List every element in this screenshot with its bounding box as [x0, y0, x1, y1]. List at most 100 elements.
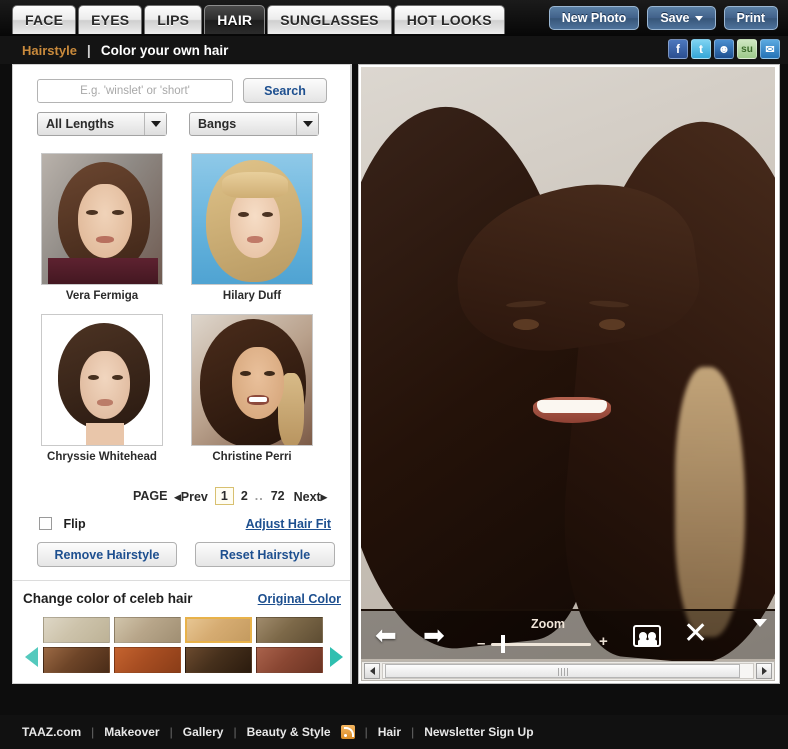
hairstyle-thumb-3[interactable]: Christine Perri	[191, 314, 313, 463]
pagination-last[interactable]: 72	[269, 489, 287, 503]
footer-link-newsletter[interactable]: Newsletter Sign Up	[424, 725, 533, 739]
flip-checkbox[interactable]	[39, 517, 52, 531]
scrollbar-thumb[interactable]	[385, 664, 741, 678]
hairstyle-thumb-1[interactable]: Hilary Duff	[191, 153, 313, 302]
footer-link-gallery[interactable]: Gallery	[183, 725, 224, 739]
search-button[interactable]: Search	[243, 78, 327, 103]
forward-arrow-icon[interactable]: ➡	[423, 622, 445, 648]
footer-link-hair[interactable]: Hair	[378, 725, 401, 739]
color-swatch-4[interactable]	[43, 647, 110, 673]
social-share-bar: f t ☻ su ✉	[668, 39, 780, 59]
footer-link-makeover[interactable]: Makeover	[104, 725, 159, 739]
category-tabs: FACE EYES LIPS HAIR SUNGLASSES HOT LOOKS	[12, 5, 505, 34]
back-arrow-icon[interactable]: ⬅	[375, 622, 397, 648]
color-swatch-5[interactable]	[114, 647, 181, 673]
zoom-slider-handle[interactable]	[501, 635, 505, 653]
footer-separator: |	[233, 725, 237, 739]
left-arrow-icon[interactable]	[25, 647, 38, 667]
new-photo-label: New Photo	[561, 11, 627, 25]
print-label: Print	[736, 11, 765, 25]
rss-icon[interactable]	[340, 725, 355, 739]
reset-hairstyle-button[interactable]: Reset Hairstyle	[195, 542, 335, 567]
email-icon[interactable]: ✉	[760, 39, 780, 59]
pagination-next[interactable]: Next▸	[292, 489, 329, 504]
length-select[interactable]: All Lengths	[37, 112, 167, 136]
facebook-icon[interactable]: f	[668, 39, 688, 59]
tab-lips[interactable]: LIPS	[144, 5, 203, 34]
hair-color-swatches	[43, 617, 323, 677]
tab-face[interactable]: FACE	[12, 5, 77, 34]
scrollbar-track[interactable]	[382, 663, 754, 679]
zoom-label: Zoom	[531, 617, 566, 631]
tab-eyes[interactable]: EYES	[78, 5, 143, 34]
pagination-page-1[interactable]: 1	[214, 487, 234, 505]
search-input[interactable]	[37, 78, 233, 103]
adjust-hair-fit-link[interactable]: Adjust Hair Fit	[246, 517, 331, 531]
color-swatch-6[interactable]	[185, 647, 252, 673]
color-swatch-2[interactable]	[185, 617, 252, 643]
color-swatch-3[interactable]	[256, 617, 323, 643]
preview-horizontal-scrollbar[interactable]	[361, 661, 775, 681]
zoom-in-button[interactable]: +	[599, 633, 608, 650]
bangs-select[interactable]: Bangs	[189, 112, 319, 136]
user-photo[interactable]	[361, 67, 775, 663]
hairstyle-thumb-0-image[interactable]	[41, 153, 163, 285]
people-icon[interactable]	[633, 625, 661, 647]
pagination-page-2[interactable]: 2	[239, 489, 250, 503]
twitter-icon[interactable]: t	[691, 39, 711, 59]
zoom-slider-track[interactable]	[491, 643, 591, 646]
main-content: Search All Lengths Bangs	[0, 64, 788, 715]
chevron-down-icon[interactable]	[753, 619, 767, 627]
left-panel-scrollbar[interactable]	[350, 65, 351, 683]
new-photo-button[interactable]: New Photo	[548, 6, 640, 30]
swatch-row-1	[43, 647, 323, 673]
photo-hair-highlight	[675, 367, 745, 637]
scroll-right-icon[interactable]	[756, 663, 772, 679]
filter-row: All Lengths Bangs	[37, 112, 319, 136]
footer-links: TAAZ.com | Makeover | Gallery | Beauty &…	[22, 725, 534, 739]
length-select-arrow	[144, 113, 166, 135]
hairstyle-thumb-2-image[interactable]	[41, 314, 163, 446]
scroll-left-icon[interactable]	[364, 663, 380, 679]
color-swatch-0[interactable]	[43, 617, 110, 643]
save-button[interactable]: Save	[647, 6, 716, 30]
hairstyle-thumb-1-image[interactable]	[191, 153, 313, 285]
close-icon[interactable]: ✕	[683, 619, 708, 649]
color-swatch-1[interactable]	[114, 617, 181, 643]
footer-link-beauty-style[interactable]: Beauty & Style	[247, 725, 331, 739]
hair-color-header: Change color of celeb hair Original Colo…	[23, 591, 341, 606]
myspace-icon[interactable]: ☻	[714, 39, 734, 59]
breadcrumb-hairstyle[interactable]: Hairstyle	[22, 43, 77, 58]
search-row: Search	[37, 78, 327, 103]
tab-hot-looks[interactable]: HOT LOOKS	[393, 5, 505, 34]
photo-preview-panel: ⬅ ➡ Zoom – + ✕	[358, 64, 780, 684]
tab-sunglasses[interactable]: SUNGLASSES	[267, 5, 392, 34]
footer-separator: |	[364, 725, 368, 739]
hairstyle-thumb-3-image[interactable]	[191, 314, 313, 446]
sub-nav-title[interactable]: Color your own hair	[101, 43, 229, 58]
original-color-link[interactable]: Original Color	[258, 592, 341, 606]
swatch-row-0	[43, 617, 323, 643]
hairstyle-thumb-0[interactable]: Vera Fermiga	[41, 153, 163, 302]
pagination-prev[interactable]: ◂Prev	[172, 489, 209, 504]
remove-hairstyle-button[interactable]: Remove Hairstyle	[37, 542, 177, 567]
bangs-select-arrow	[296, 113, 318, 135]
hair-color-title: Change color of celeb hair	[23, 591, 193, 606]
top-actions: New Photo Save Print	[548, 6, 778, 30]
print-button[interactable]: Print	[723, 6, 778, 30]
tab-hair-label: HAIR	[217, 12, 253, 28]
footer-link-taaz[interactable]: TAAZ.com	[22, 725, 81, 739]
hairstyle-thumb-2[interactable]: Chryssie Whitehead	[41, 314, 163, 463]
bangs-select-value: Bangs	[198, 117, 237, 131]
tab-hair[interactable]: HAIR	[204, 5, 266, 34]
footer-separator: |	[411, 725, 415, 739]
color-swatch-7[interactable]	[256, 647, 323, 673]
chevron-down-icon	[694, 15, 703, 21]
zoom-out-button[interactable]: –	[477, 635, 485, 652]
hairstyle-thumb-0-label: Vera Fermiga	[65, 290, 139, 302]
flip-row: Flip Adjust Hair Fit	[39, 515, 331, 533]
stumbleupon-icon[interactable]: su	[737, 39, 757, 59]
flip-control[interactable]: Flip	[39, 515, 86, 533]
preview-toolbar: ⬅ ➡ Zoom – + ✕	[361, 609, 775, 659]
right-arrow-icon[interactable]	[330, 647, 343, 667]
